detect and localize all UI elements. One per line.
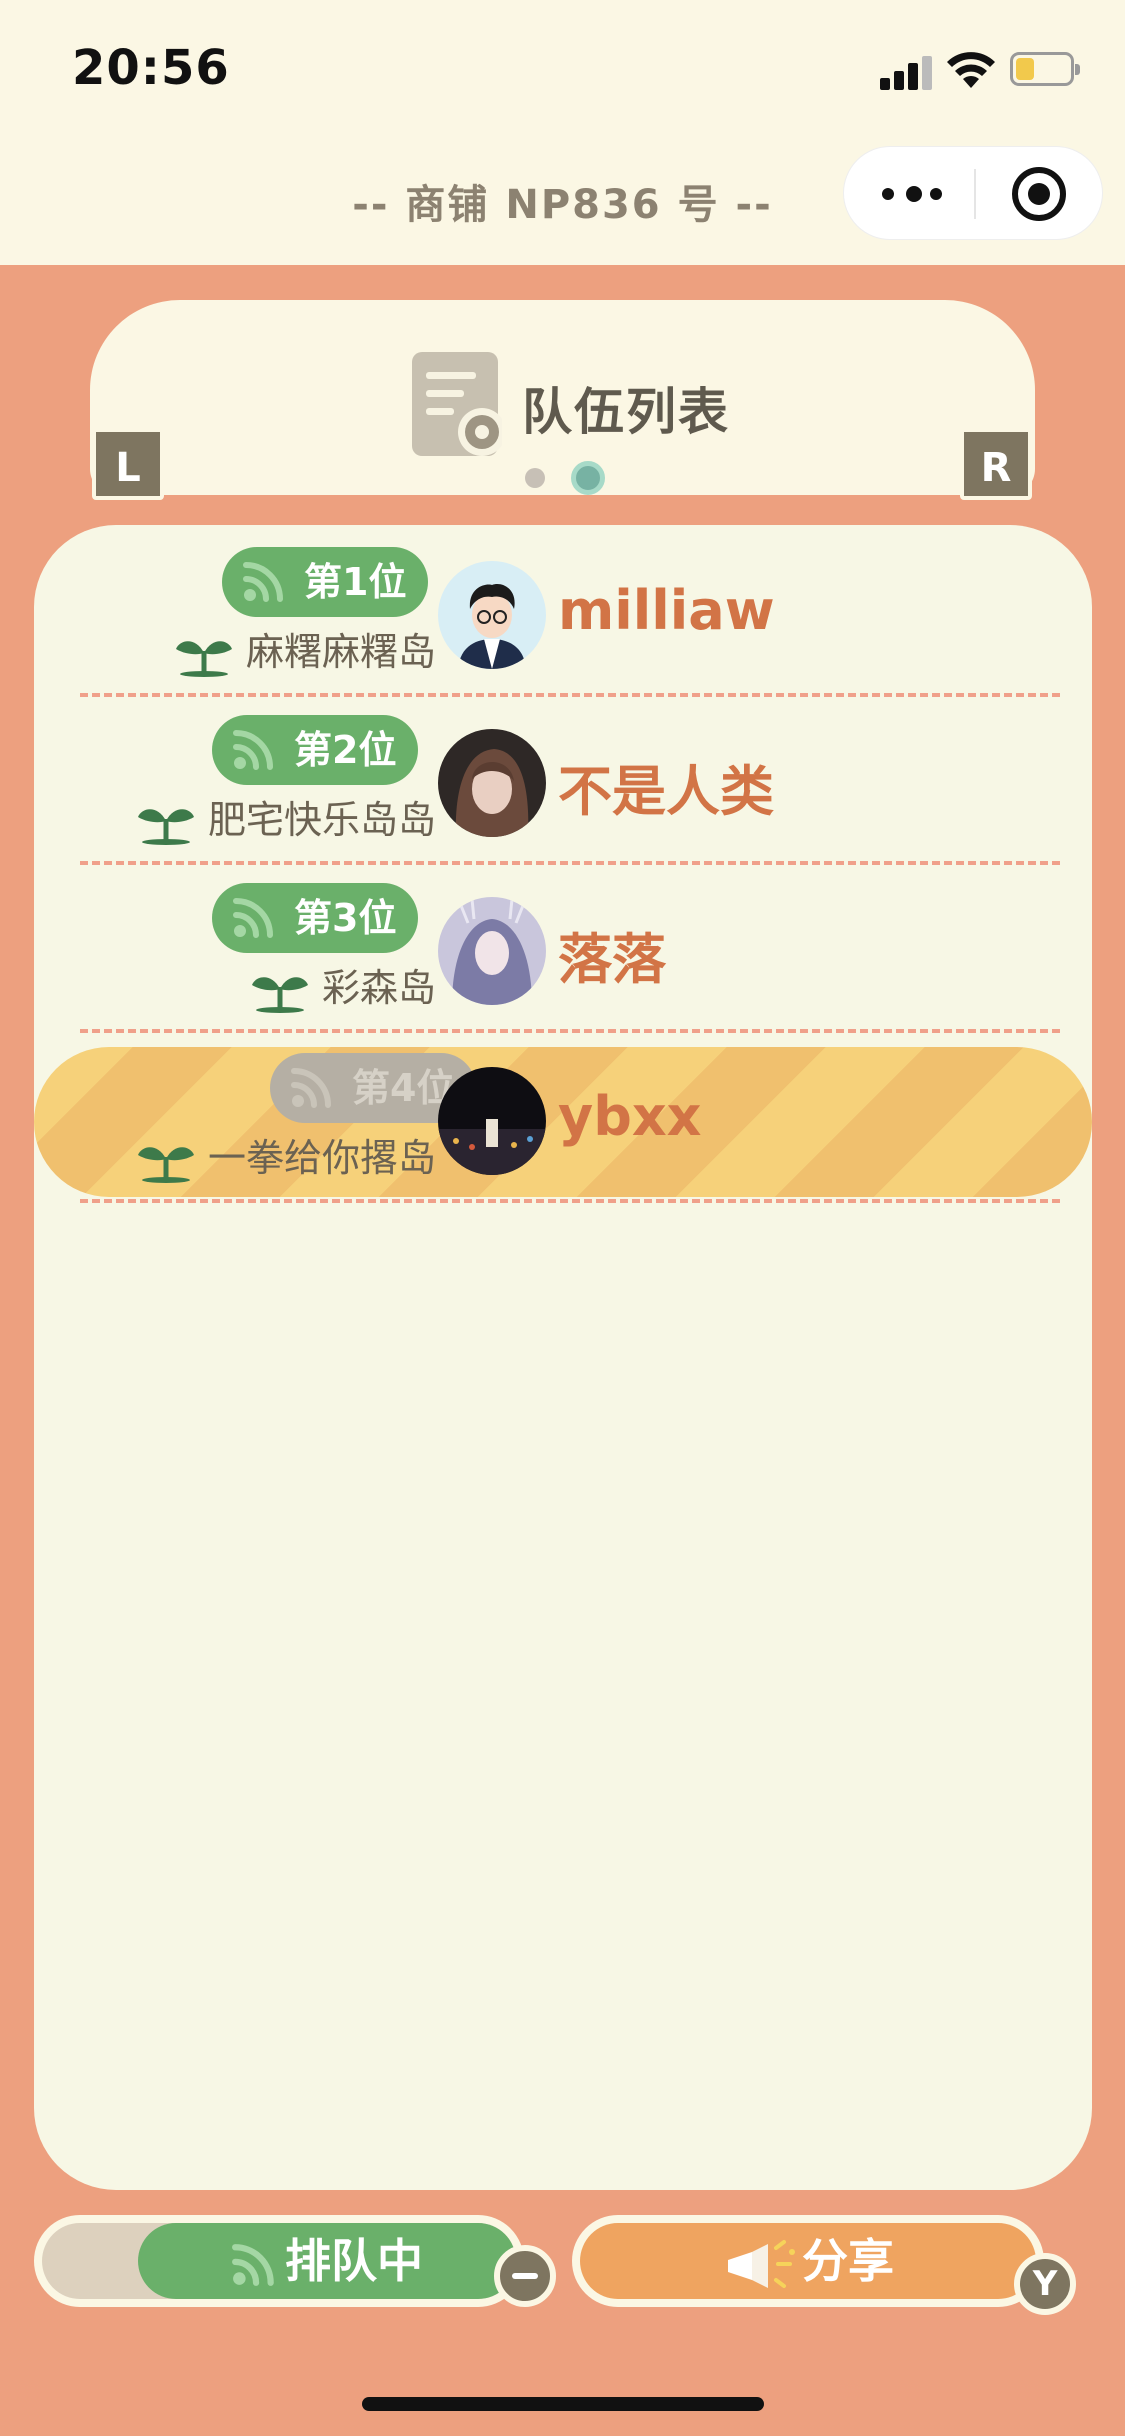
rank-badge: 第2位 — [212, 715, 419, 785]
queue-status-button[interactable]: 排队中 — [138, 2223, 516, 2299]
rank-label: 第3位 — [294, 896, 397, 940]
user-name: 不是人类 — [558, 760, 774, 823]
page-dot-2-active[interactable] — [571, 461, 605, 495]
signal-feed-icon — [232, 2243, 274, 2286]
close-mini-program-icon[interactable] — [1012, 167, 1066, 221]
island-label: 肥宅快乐岛岛 — [207, 798, 436, 842]
queue-list-panel: 第1位 麻糬麻糬岛 milliaw 第2位 肥宅快乐岛岛 不是人类 第3位 彩森… — [34, 525, 1092, 2190]
sprout-icon — [137, 1146, 194, 1183]
queue-row-current-user[interactable]: 第4位 一拳给你撂岛 ybxx — [34, 1047, 1092, 1197]
list-header-tab: 队伍列表 — [90, 300, 1035, 495]
megaphone-icon — [728, 2239, 795, 2288]
sprout-icon — [251, 976, 308, 1013]
rank-badge: 第3位 — [212, 883, 419, 953]
island-label: 一拳给你撂岛 — [207, 1136, 436, 1180]
queue-row[interactable]: 第2位 肥宅快乐岛岛 不是人类 — [34, 693, 1092, 861]
signal-feed-icon — [291, 1068, 331, 1108]
rank-label: 第1位 — [304, 560, 407, 604]
queue-row[interactable]: 第1位 麻糬麻糬岛 milliaw — [34, 525, 1092, 693]
share-label: 分享 — [802, 2234, 894, 2288]
signal-feed-icon — [233, 898, 273, 938]
queue-row[interactable]: 第3位 彩森岛 落落 — [34, 861, 1092, 1029]
sprout-icon — [137, 808, 194, 845]
island-name: 肥宅快乐岛岛 — [136, 795, 436, 845]
island-name: 彩森岛 — [250, 963, 436, 1013]
battery-icon — [1010, 52, 1080, 86]
list-title: 队伍列表 — [522, 383, 730, 441]
mini-program-capsule — [843, 146, 1103, 240]
capsule-divider — [974, 169, 976, 219]
sprout-icon — [175, 640, 232, 677]
queue-toggle[interactable]: 排队中 — [34, 2215, 524, 2307]
avatar[interactable] — [438, 1067, 546, 1175]
row-divider — [80, 1199, 1060, 1203]
y-button[interactable]: Y — [1014, 2253, 1076, 2315]
home-indicator[interactable] — [362, 2397, 764, 2411]
left-shoulder-button[interactable]: L — [92, 428, 164, 500]
document-settings-icon — [412, 352, 502, 456]
user-name: 落落 — [558, 928, 666, 991]
signal-feed-icon — [233, 730, 273, 770]
queue-label: 排队中 — [285, 2234, 423, 2288]
cellular-signal-icon — [880, 52, 936, 90]
rank-badge: 第1位 — [222, 547, 429, 617]
island-label: 彩森岛 — [321, 966, 436, 1010]
avatar[interactable] — [438, 561, 546, 669]
island-name: 一拳给你撂岛 — [136, 1133, 436, 1183]
share-button[interactable]: 分享 — [572, 2215, 1044, 2307]
user-name: milliaw — [558, 579, 775, 642]
row-divider — [80, 1029, 1060, 1033]
user-name: ybxx — [558, 1085, 702, 1148]
status-time: 20:56 — [72, 40, 230, 96]
top-bar: 20:56 -- 商铺 NP836 号 -- — [0, 0, 1125, 265]
right-shoulder-button[interactable]: R — [960, 428, 1032, 500]
wifi-icon — [947, 52, 995, 88]
more-options-icon[interactable] — [882, 186, 942, 202]
rank-label: 第2位 — [294, 728, 397, 772]
avatar[interactable] — [438, 729, 546, 837]
minus-icon[interactable] — [494, 2245, 556, 2307]
avatar[interactable] — [438, 897, 546, 1005]
signal-feed-icon — [243, 562, 283, 602]
rank-label: 第4位 — [352, 1066, 455, 1110]
island-label: 麻糬麻糬岛 — [245, 630, 436, 674]
share-button-inner[interactable]: 分享 — [580, 2223, 1036, 2299]
page-dot-1[interactable] — [525, 468, 545, 488]
island-name: 麻糬麻糬岛 — [174, 627, 436, 677]
page-indicator — [525, 460, 615, 495]
